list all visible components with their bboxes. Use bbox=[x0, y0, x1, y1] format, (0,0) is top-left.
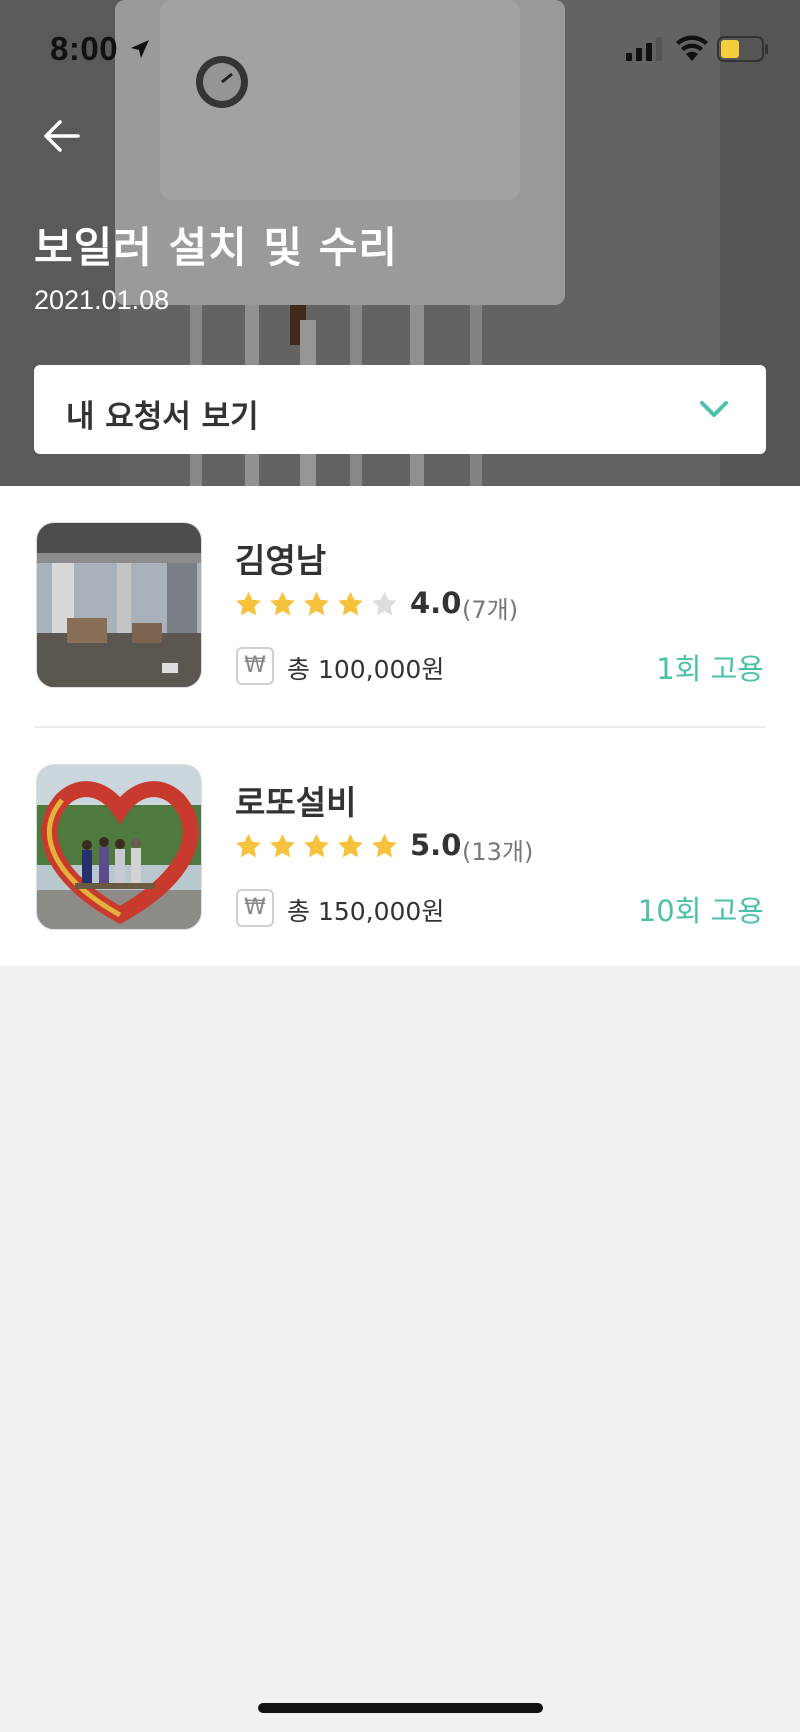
home-indicator bbox=[258, 1703, 543, 1713]
star-rating bbox=[234, 590, 399, 620]
back-button[interactable] bbox=[38, 112, 86, 160]
star-icon bbox=[270, 833, 295, 858]
dropdown-label: 내 요청서 보기 bbox=[66, 399, 259, 435]
status-time: 8:00 bbox=[50, 30, 119, 67]
hero-header: 8:00 보일러 설치 및 수리 2021.01.08 내 요청서 보기 bbox=[0, 0, 800, 486]
star-icon bbox=[236, 591, 261, 616]
provider-card[interactable]: 김영남 4.0 (7개) ₩ 총 100,000원 1회 고용 bbox=[0, 486, 800, 726]
star-icon bbox=[304, 833, 329, 858]
star-empty-icon bbox=[372, 591, 397, 616]
battery-icon bbox=[717, 36, 768, 62]
my-request-dropdown[interactable]: 내 요청서 보기 bbox=[34, 365, 766, 454]
arrow-left-icon bbox=[44, 120, 80, 152]
star-rating bbox=[234, 832, 399, 862]
star-icon bbox=[338, 833, 363, 858]
provider-photo bbox=[36, 522, 202, 688]
star-icon bbox=[270, 591, 295, 616]
wifi-icon bbox=[676, 35, 708, 61]
status-bar: 8:00 bbox=[0, 0, 800, 100]
total-price: 총 100,000원 bbox=[287, 655, 445, 684]
total-price: 총 150,000원 bbox=[287, 897, 445, 926]
rating-score: 5.0 bbox=[410, 828, 462, 862]
star-icon bbox=[304, 591, 329, 616]
provider-list: 김영남 4.0 (7개) ₩ 총 100,000원 1회 고용 로또설비 5.0… bbox=[0, 486, 800, 966]
won-currency-icon: ₩ bbox=[236, 889, 274, 927]
cellular-signal-icon bbox=[626, 37, 662, 61]
location-arrow-icon bbox=[131, 40, 149, 58]
provider-name: 로또설비 bbox=[235, 783, 357, 822]
hire-count: 1회 고용 bbox=[656, 652, 764, 686]
review-count: (13개) bbox=[462, 838, 534, 866]
provider-photo bbox=[36, 764, 202, 930]
provider-card[interactable]: 로또설비 5.0 (13개) ₩ 총 150,000원 10회 고용 bbox=[0, 728, 800, 968]
construction-site-image bbox=[37, 523, 201, 687]
provider-name: 김영남 bbox=[235, 541, 327, 580]
page-title: 보일러 설치 및 수리 bbox=[34, 223, 398, 272]
chevron-down-icon bbox=[700, 401, 728, 417]
rating-score: 4.0 bbox=[410, 586, 462, 620]
star-icon bbox=[236, 833, 261, 858]
review-count: (7개) bbox=[462, 596, 519, 624]
star-icon bbox=[372, 833, 397, 858]
request-date: 2021.01.08 bbox=[34, 285, 170, 315]
won-currency-icon: ₩ bbox=[236, 647, 274, 685]
star-icon bbox=[338, 591, 363, 616]
hire-count: 10회 고용 bbox=[637, 894, 764, 928]
heart-sculpture-photo bbox=[37, 765, 201, 929]
